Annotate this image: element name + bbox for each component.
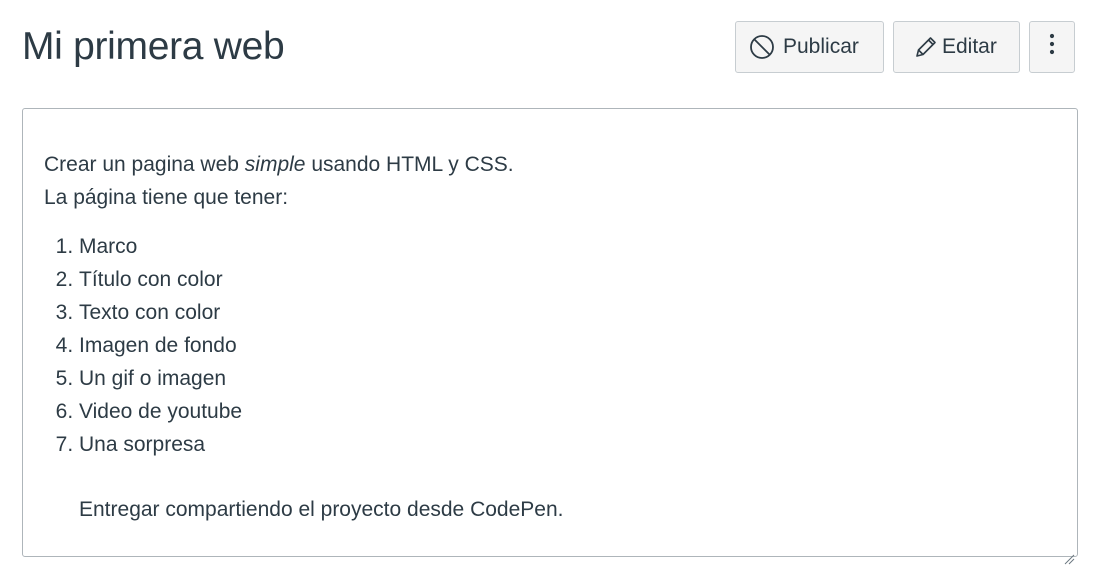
resize-handle-icon[interactable] [1063, 542, 1075, 565]
page-content-area[interactable]: Crear un pagina web simple usando HTML y… [22, 108, 1078, 565]
more-options-button[interactable] [1029, 21, 1075, 73]
list-item: Video de youtube [79, 395, 242, 428]
intro-emphasis: simple [244, 153, 306, 176]
submission-note: Entregar compartiendo el proyecto desde … [79, 498, 564, 521]
intro-text-start: Crear un pagina web [44, 153, 245, 176]
intro-text-end: usando HTML y CSS. [305, 153, 514, 176]
intro-text-line2: La página tiene que tener: [44, 186, 289, 209]
page-toolbar: Publicar Editar [735, 21, 1075, 73]
list-item: Una sorpresa [79, 428, 242, 461]
list-item: Un gif o imagen [79, 362, 242, 395]
edit-button[interactable]: Editar [893, 21, 1020, 73]
publish-button-label: Publicar [783, 35, 859, 58]
list-item: Marco [79, 230, 242, 263]
edit-button-label: Editar [942, 35, 997, 58]
pencil-icon [913, 34, 939, 60]
publish-button[interactable]: Publicar [735, 21, 884, 73]
page-title: Mi primera web [22, 25, 285, 68]
list-item: Imagen de fondo [79, 329, 242, 362]
kebab-menu-icon [1049, 33, 1055, 61]
list-item: Título con color [79, 263, 242, 296]
intro-text: Crear un pagina web simple usando HTML y… [44, 148, 514, 214]
requirements-list: Marco Título con color Texto con color I… [44, 230, 242, 461]
list-item: Texto con color [79, 296, 242, 329]
unpublished-icon [749, 34, 775, 60]
